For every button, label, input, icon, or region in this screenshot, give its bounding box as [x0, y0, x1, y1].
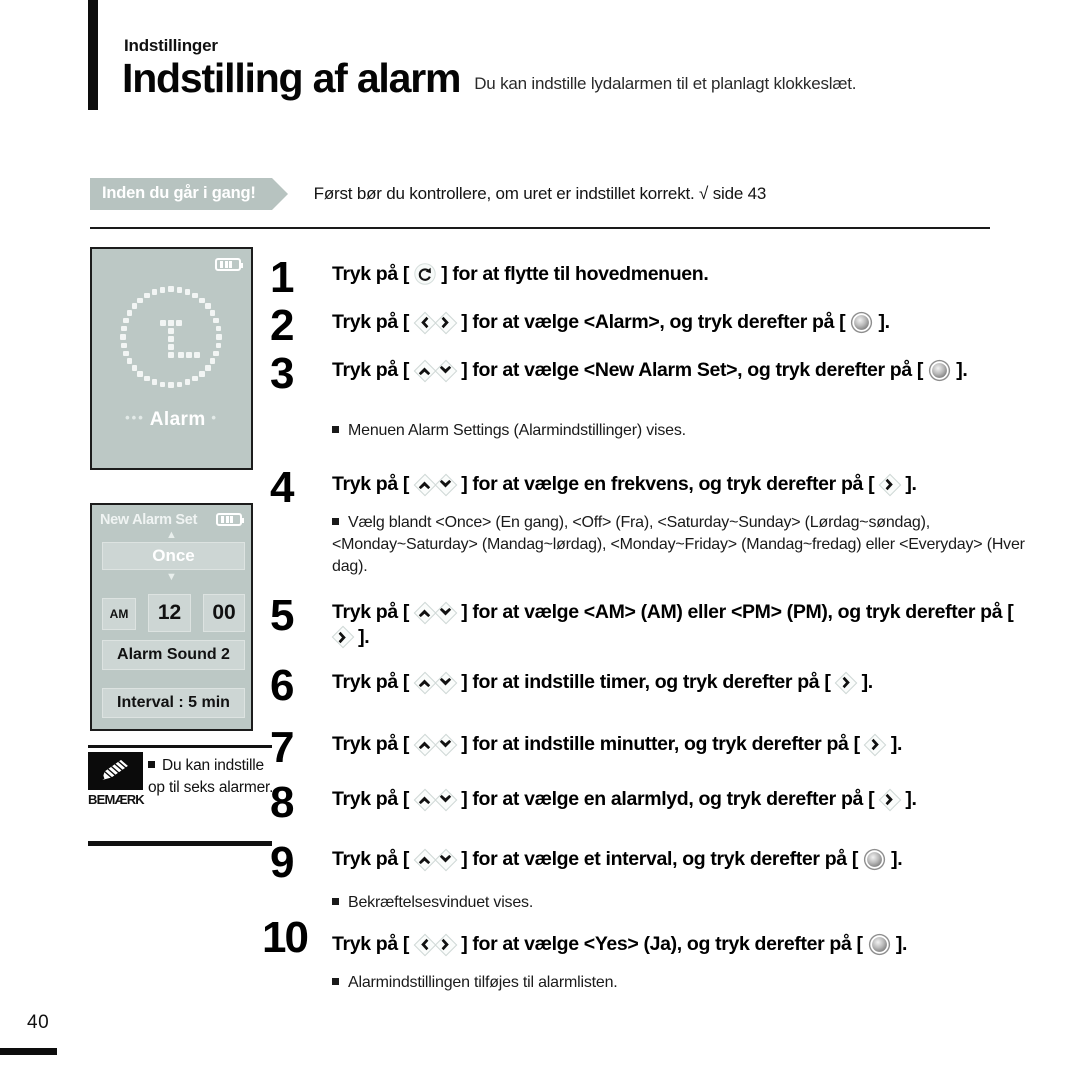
minute-field[interactable]: 00	[203, 594, 245, 632]
step-number-7: 7	[270, 723, 295, 772]
bullet-square-icon	[332, 426, 339, 433]
step-text-5: Tryk på [ ] for at vælge <AM> (AM) eller…	[331, 601, 1014, 649]
step-text-9: Tryk på [ ] for at vælge et interval, og…	[332, 848, 903, 871]
alarm-label-text: Alarm	[149, 409, 206, 430]
step-number-5: 5	[270, 591, 295, 640]
label-dots-right: •	[211, 410, 218, 426]
right-key-icon	[864, 733, 887, 756]
left-key-icon	[413, 933, 436, 956]
step-note-9: Bekræftelsesvinduet vises.	[332, 892, 1032, 914]
battery-icon	[216, 513, 244, 526]
step-number-2: 2	[270, 301, 295, 350]
note-badge: BEMÆRK	[88, 752, 146, 807]
select-key-icon	[863, 848, 886, 871]
up-key-icon	[413, 733, 436, 756]
up-key-icon	[413, 601, 436, 624]
bullet-square-icon	[332, 518, 339, 525]
up-key-icon	[413, 671, 436, 694]
up-key-icon	[413, 788, 436, 811]
hour-field[interactable]: 12	[148, 594, 191, 632]
bullet-square-icon	[148, 761, 155, 768]
right-key-icon	[331, 626, 354, 649]
up-key-icon	[413, 848, 436, 871]
alarm-sound-field[interactable]: Alarm Sound 2	[102, 640, 245, 670]
step-number-10: 10	[262, 913, 309, 962]
step-number-3: 3	[270, 349, 295, 398]
select-key-icon	[850, 311, 873, 334]
header-spine-bar	[88, 0, 98, 110]
caret-up-icon: ▲	[166, 529, 177, 541]
step-text-1: Tryk på [ ] for at flytte til hovedmenue…	[332, 263, 709, 285]
return-key-icon	[414, 263, 436, 285]
pencil-icon	[88, 752, 143, 790]
page-title-row: Indstilling af alarm Du kan indstille ly…	[122, 55, 857, 101]
step-text-2: Tryk på [ ] for at vælge <Alarm>, og try…	[332, 311, 890, 334]
note-divider-bottom	[88, 841, 272, 846]
left-key-icon	[413, 311, 436, 334]
right-key-icon	[434, 311, 457, 334]
step-note-text: Menuen Alarm Settings (Alarmindstillinge…	[348, 422, 686, 439]
step-text-4: Tryk på [ ] for at vælge en frekvens, og…	[332, 473, 917, 496]
step-note-3: Menuen Alarm Settings (Alarmindstillinge…	[332, 420, 1032, 442]
bullet-square-icon	[332, 898, 339, 905]
new-alarm-set-title: New Alarm Set	[100, 512, 198, 528]
right-key-icon	[878, 473, 902, 496]
down-key-icon	[434, 473, 457, 496]
right-key-icon	[878, 788, 902, 811]
label-dots-left: •••	[125, 410, 145, 426]
clock-face-icon	[120, 286, 225, 391]
right-key-icon	[834, 671, 858, 694]
step-number-4: 4	[270, 463, 295, 512]
down-key-icon	[434, 848, 457, 871]
right-key-icon	[434, 933, 457, 956]
step-note-text: Alarmindstillingen tilføjes til alarmlis…	[348, 974, 618, 991]
down-key-icon	[434, 601, 457, 624]
up-key-icon	[413, 359, 436, 382]
page-number: 40	[27, 1012, 50, 1033]
up-key-icon	[413, 473, 436, 496]
before-you-begin-row: Inden du går i gang! Først bør du kontro…	[90, 178, 766, 210]
select-key-icon	[868, 933, 891, 956]
step-number-8: 8	[270, 778, 295, 827]
bullet-square-icon	[332, 978, 339, 985]
section-divider	[90, 227, 990, 229]
page-title: Indstilling af alarm	[122, 55, 461, 101]
before-you-begin-text: Først bør du kontrollere, om uret er ind…	[313, 184, 767, 203]
note-text: Du kan indstille op til seks alarmer.	[148, 757, 274, 796]
note-text-wrap: Du kan indstille op til seks alarmer.	[148, 755, 276, 799]
frequency-field[interactable]: Once	[102, 542, 245, 570]
step-number-9: 9	[270, 838, 295, 887]
footer-rule	[0, 1048, 57, 1055]
section-kicker: Indstillinger	[124, 36, 218, 55]
step-text-6: Tryk på [ ] for at indstille timer, og t…	[332, 671, 873, 694]
down-key-icon	[434, 788, 457, 811]
battery-icon	[215, 258, 243, 271]
caret-down-icon: ▼	[166, 571, 177, 583]
alarm-screen-label: ••• Alarm •	[92, 409, 251, 431]
step-text-7: Tryk på [ ] for at indstille minutter, o…	[332, 733, 903, 756]
select-key-icon	[928, 359, 951, 382]
step-text-10: Tryk på [ ] for at vælge <Yes> (Ja), og …	[332, 933, 908, 956]
interval-field[interactable]: Interval : 5 min	[102, 688, 245, 718]
step-number-6: 6	[270, 661, 295, 710]
step-note-text: Bekræftelsesvinduet vises.	[348, 894, 534, 911]
before-you-begin-tag: Inden du går i gang!	[90, 178, 288, 210]
step-text-3: Tryk på [ ] for at vælge <New Alarm Set>…	[332, 359, 968, 382]
step-note-text: Vælg blandt <Once> (En gang), <Off> (Fra…	[332, 514, 1025, 576]
manual-page: Indstillinger Indstilling af alarm Du ka…	[0, 0, 1080, 1080]
device-screen-alarm: ••• Alarm •	[90, 247, 253, 470]
page-subtitle: Du kan indstille lydalarmen til et planl…	[474, 74, 857, 93]
down-key-icon	[434, 359, 457, 382]
down-key-icon	[434, 671, 457, 694]
ampm-field[interactable]: AM	[102, 598, 136, 630]
step-number-1: 1	[270, 253, 295, 302]
note-caption: BEMÆRK	[88, 792, 145, 807]
step-note-4: Vælg blandt <Once> (En gang), <Off> (Fra…	[332, 512, 1032, 578]
step-note-10: Alarmindstillingen tilføjes til alarmlis…	[332, 972, 1032, 994]
down-key-icon	[434, 733, 457, 756]
step-text-8: Tryk på [ ] for at vælge en alarmlyd, og…	[332, 788, 917, 811]
note-divider-top	[88, 745, 272, 748]
device-screen-new-alarm-set: New Alarm Set ▲ Once ▼ AM 12 00 Alarm So…	[90, 503, 253, 731]
